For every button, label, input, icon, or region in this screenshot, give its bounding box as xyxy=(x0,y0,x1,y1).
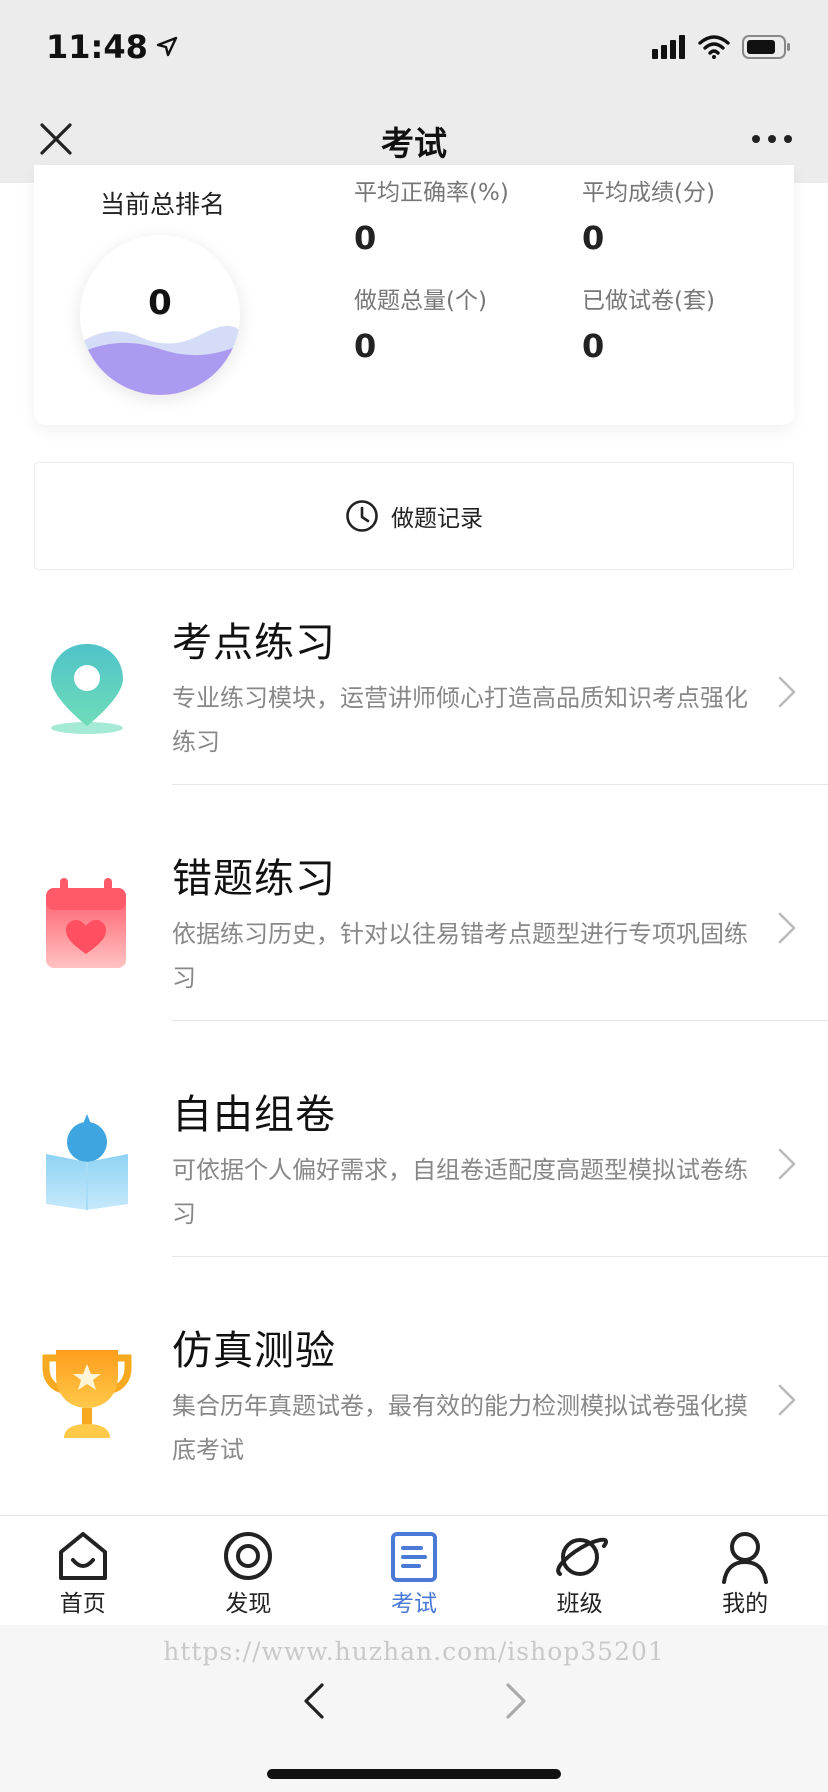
tab-exam[interactable]: 考试 xyxy=(331,1516,497,1625)
feature-title: 仿真测验 xyxy=(172,1328,336,1374)
feature-title: 考点练习 xyxy=(172,620,336,666)
tab-discover[interactable]: 发现 xyxy=(166,1516,332,1625)
stat-label: 已做试卷(套) xyxy=(582,288,715,314)
clock-icon xyxy=(346,500,378,532)
stat-value: 0 xyxy=(582,327,605,365)
stat-papers-done: 已做试卷(套) 0 xyxy=(582,281,715,365)
feature-item-simulation-test[interactable]: 仿真测验 集合历年真题试卷，最有效的能力检测模拟试卷强化摸底考试 xyxy=(0,1296,828,1532)
record-button[interactable]: 做题记录 xyxy=(34,462,794,570)
home-icon xyxy=(58,1532,107,1580)
tab-home[interactable]: 首页 xyxy=(0,1516,166,1625)
calendar-heart-icon xyxy=(46,878,126,968)
tab-label: 发现 xyxy=(225,1591,272,1617)
record-label: 做题记录 xyxy=(391,506,483,532)
stat-average-score: 平均成绩(分) 0 xyxy=(582,173,715,257)
stat-total-questions: 做题总量(个) 0 xyxy=(354,281,487,365)
tab-label: 首页 xyxy=(59,1591,106,1617)
battery-icon xyxy=(742,35,790,59)
stat-label: 平均成绩(分) xyxy=(582,180,715,206)
page-title: 考试 xyxy=(381,124,447,163)
more-icon[interactable] xyxy=(750,125,794,153)
tab-label: 班级 xyxy=(556,1591,603,1617)
wifi-icon xyxy=(698,35,730,59)
watermark-text: https://www.huzhan.com/ishop35201 xyxy=(163,1637,665,1666)
divider xyxy=(172,1256,828,1257)
browser-toolbar: https://www.huzhan.com/ishop35201 xyxy=(0,1625,828,1792)
stat-accuracy: 平均正确率(%) 0 xyxy=(354,173,509,257)
chevron-right-icon xyxy=(778,676,796,708)
status-bar: 11:48 xyxy=(0,0,828,95)
rank-label: 当前总排名 xyxy=(100,190,226,219)
stat-label: 平均正确率(%) xyxy=(354,180,509,206)
feature-description: 可依据个人偏好需求，自组卷适配度高题型模拟试卷练习 xyxy=(172,1156,748,1228)
feature-item-exam-points[interactable]: 考点练习 专业练习模块，运营讲师倾心打造高品质知识考点强化练习 xyxy=(0,588,828,824)
feature-item-custom-paper[interactable]: 自由组卷 可依据个人偏好需求，自组卷适配度高题型模拟试卷练习 xyxy=(0,1060,828,1296)
feature-description: 集合历年真题试卷，最有效的能力检测模拟试卷强化摸底考试 xyxy=(172,1392,748,1464)
discover-icon xyxy=(224,1532,273,1580)
stats-card: 当前总排名 0 平均正确率(%) 0 平均成绩(分) 0 做题总量(个) 0 已… xyxy=(34,165,794,425)
reader-book-icon xyxy=(46,1114,128,1210)
rank-value: 0 xyxy=(148,283,172,323)
stat-value: 0 xyxy=(582,219,605,257)
location-pin-icon xyxy=(51,644,123,734)
stat-label: 做题总量(个) xyxy=(354,288,487,314)
user-icon xyxy=(722,1532,769,1584)
home-indicator[interactable] xyxy=(267,1769,561,1779)
tab-class[interactable]: 班级 xyxy=(497,1516,663,1625)
feature-description: 依据练习历史，针对以往易错考点题型进行专项巩固练习 xyxy=(172,920,748,992)
planet-icon xyxy=(555,1537,608,1576)
feature-description: 专业练习模块，运营讲师倾心打造高品质知识考点强化练习 xyxy=(172,684,748,756)
tab-label: 考试 xyxy=(390,1591,437,1617)
chevron-right-icon xyxy=(778,1384,796,1416)
rank-circle: 0 xyxy=(80,235,240,395)
feature-title: 自由组卷 xyxy=(172,1092,336,1138)
feature-item-wrong-questions[interactable]: 错题练习 依据练习历史，针对以往易错考点题型进行专项巩固练习 xyxy=(0,824,828,1060)
stat-value: 0 xyxy=(354,327,377,365)
exam-page: 11:48 考试 当前总排名 0 平均正确率(%) 0 平均成绩(分) 0 做题… xyxy=(0,0,828,1792)
tab-label: 我的 xyxy=(722,1591,769,1617)
chevron-right-icon xyxy=(778,912,796,944)
chevron-right-icon xyxy=(778,1148,796,1180)
forward-arrow-icon[interactable] xyxy=(504,1681,530,1721)
cellular-signal-icon xyxy=(652,35,685,59)
stat-value: 0 xyxy=(354,219,377,257)
tab-mine[interactable]: 我的 xyxy=(662,1516,828,1625)
exam-icon xyxy=(390,1532,437,1582)
location-arrow-icon xyxy=(156,36,178,57)
back-arrow-icon[interactable] xyxy=(300,1681,326,1721)
divider xyxy=(172,784,828,785)
status-time: 11:48 xyxy=(46,28,148,66)
divider xyxy=(172,1020,828,1021)
tab-bar: 首页 发现 考试 班级 我的 xyxy=(0,1515,828,1625)
feature-title: 错题练习 xyxy=(172,856,336,902)
trophy-icon xyxy=(42,1350,132,1438)
